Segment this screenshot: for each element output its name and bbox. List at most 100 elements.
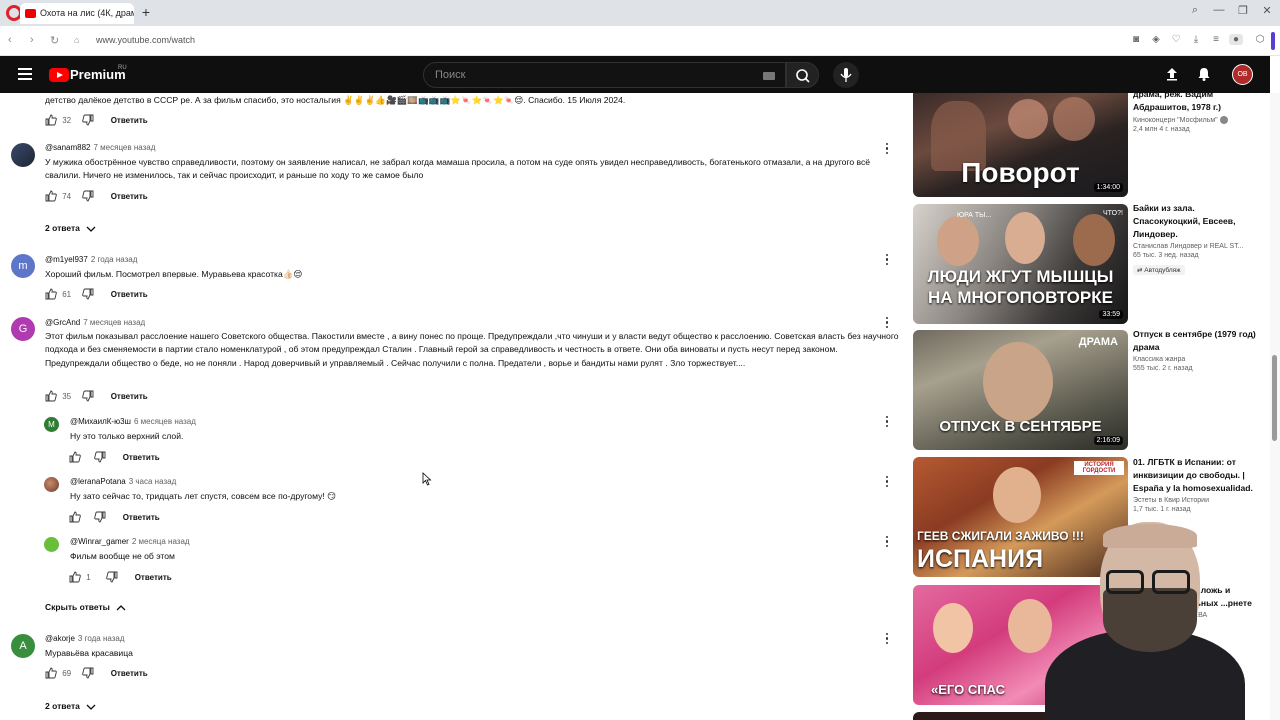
video-thumbnail[interactable]: Поворот 1:34:00 — [913, 93, 1128, 197]
commenter-avatar[interactable]: G — [11, 317, 35, 341]
author-handle[interactable]: @GrcAnd — [45, 318, 80, 327]
video-meta[interactable]: Отпуск в сентябре (1979 год) драма Класс… — [1133, 328, 1258, 372]
author-handle[interactable]: @leranaPotana — [70, 477, 126, 486]
video-thumbnail[interactable]: ЮРА ТЫ... ЧТО?! ЛЮДИ ЖГУТ МЫШЦЫ НА МНОГО… — [913, 204, 1128, 324]
page-scrollbar[interactable] — [1270, 93, 1280, 720]
forward-icon[interactable]: › — [30, 34, 34, 46]
dislike-icon[interactable] — [82, 667, 94, 679]
author-handle[interactable]: @sanam882 — [45, 143, 90, 152]
dislike-icon[interactable] — [94, 451, 106, 463]
dislike-icon[interactable] — [106, 571, 118, 583]
search-button[interactable] — [786, 62, 819, 88]
channel-name[interactable]: Эстеты в Квир Истории — [1133, 497, 1258, 504]
comment-time[interactable]: 2 года назад — [91, 255, 138, 264]
dislike-icon[interactable] — [82, 114, 94, 126]
reply-menu-icon[interactable] — [885, 536, 889, 548]
author-handle[interactable]: @akorje — [45, 634, 75, 643]
dislike-icon[interactable] — [94, 511, 106, 523]
commenter-avatar[interactable]: m — [11, 254, 35, 278]
replier-avatar[interactable] — [44, 477, 59, 492]
reply-button[interactable]: Ответить — [111, 290, 148, 299]
reply-time[interactable]: 3 часа назад — [129, 477, 177, 486]
reply-menu-icon[interactable] — [885, 476, 889, 488]
video-title[interactable]: Отпуск в сентябре (1979 год) драма — [1133, 328, 1258, 354]
reply-menu-icon[interactable] — [885, 416, 889, 428]
like-icon[interactable] — [69, 451, 81, 463]
reply-button[interactable]: Ответить — [111, 116, 148, 125]
url-field[interactable]: www.youtube.com/watch — [96, 35, 195, 45]
close-window-icon[interactable]: ✕ — [1257, 4, 1277, 17]
security-icon[interactable]: ⌂ — [74, 35, 79, 45]
reply-time[interactable]: 6 месяцев назад — [134, 417, 196, 426]
reply-author[interactable]: @leranaPotana 3 часа назад — [70, 477, 176, 486]
new-tab-button[interactable]: + — [138, 4, 154, 20]
reply-button[interactable]: Ответить — [135, 573, 172, 582]
commenter-avatar[interactable] — [11, 143, 35, 167]
comment-time[interactable]: 3 года назад — [78, 634, 125, 643]
reply-time[interactable]: 2 месяца назад — [132, 537, 190, 546]
reply-button[interactable]: Ответить — [111, 192, 148, 201]
page-scrollbar-thumb[interactable] — [1272, 355, 1277, 441]
author-handle[interactable]: @m1yel937 — [45, 255, 88, 264]
account-avatar[interactable]: ОВ — [1232, 64, 1253, 85]
comment-author[interactable]: @akorje 3 года назад — [45, 634, 125, 643]
comment-author[interactable]: @sanam882 7 месяцев назад — [45, 143, 155, 152]
keyboard-icon[interactable] — [763, 72, 775, 80]
search-input[interactable] — [435, 69, 735, 81]
profile-icon[interactable]: ● — [1229, 34, 1243, 45]
replier-avatar[interactable]: M — [44, 417, 59, 432]
search-tabs-icon[interactable]: ⌕ — [1185, 4, 1205, 17]
reload-icon[interactable]: ↻ — [50, 34, 59, 47]
extensions-icon[interactable]: ⬡ — [1253, 34, 1267, 45]
hamburger-menu-icon[interactable] — [18, 68, 32, 80]
voice-search-button[interactable] — [833, 62, 859, 88]
comment-menu-icon[interactable] — [885, 633, 889, 645]
like-icon[interactable] — [45, 114, 57, 126]
video-thumbnail[interactable]: ДРАМА ОТПУСК В СЕНТЯБРЕ 2:16:09 — [913, 330, 1128, 450]
author-handle[interactable]: @Winrar_gamer — [70, 537, 129, 546]
like-icon[interactable] — [45, 390, 57, 402]
comment-time[interactable]: 7 месяцев назад — [83, 318, 145, 327]
heart-icon[interactable]: ♡ — [1169, 34, 1183, 45]
upload-icon[interactable] — [1164, 66, 1180, 82]
comment-author[interactable]: @m1yel937 2 года назад — [45, 255, 137, 264]
channel-name[interactable]: Киноконцерн "Мосфильм" — [1133, 116, 1258, 124]
reply-button[interactable]: Ответить — [111, 669, 148, 678]
notifications-bell-icon[interactable] — [1196, 66, 1212, 82]
comment-author[interactable]: @GrcAnd 7 месяцев назад — [45, 318, 145, 327]
video-title[interactable]: 01. ЛГБТК в Испании: от инквизиции до св… — [1133, 456, 1258, 495]
comment-time[interactable]: 7 месяцев назад — [93, 143, 155, 152]
menu-list-icon[interactable]: ≡ — [1209, 34, 1223, 45]
like-icon[interactable] — [69, 571, 81, 583]
channel-name[interactable]: Классика жанра — [1133, 356, 1258, 363]
video-meta[interactable]: 01. ЛГБТК в Испании: от инквизиции до св… — [1133, 456, 1258, 513]
dislike-icon[interactable] — [82, 190, 94, 202]
commenter-avatar[interactable]: A — [11, 634, 35, 658]
show-replies-toggle[interactable]: 2 ответа — [45, 701, 96, 711]
author-handle[interactable]: @МихаилК-ю3ш — [70, 417, 131, 426]
hide-replies-toggle[interactable]: Скрыть ответы — [45, 602, 126, 612]
minimize-icon[interactable]: — — [1209, 4, 1229, 16]
camera-icon[interactable]: ◙ — [1129, 34, 1143, 45]
comment-menu-icon[interactable] — [885, 143, 889, 155]
shield-icon[interactable]: ◈ — [1149, 34, 1163, 45]
show-replies-toggle[interactable]: 2 ответа — [45, 223, 96, 233]
back-icon[interactable]: ‹ — [8, 34, 12, 46]
video-title[interactable]: драма, реж. Вадим Абдрашитов, 1978 г.) — [1133, 88, 1258, 114]
reply-author[interactable]: @МихаилК-ю3ш 6 месяцев назад — [70, 417, 196, 426]
restore-icon[interactable]: ❐ — [1233, 4, 1253, 17]
video-meta[interactable]: Байки из зала. Спасокукоцкий, Евсеев, Ли… — [1133, 202, 1258, 277]
comment-menu-icon[interactable] — [885, 317, 889, 329]
like-icon[interactable] — [69, 511, 81, 523]
dislike-icon[interactable] — [82, 390, 94, 402]
download-icon[interactable]: ⤓ — [1189, 34, 1203, 45]
like-icon[interactable] — [45, 288, 57, 300]
reply-button[interactable]: Ответить — [123, 513, 160, 522]
channel-name[interactable]: Станислав Линдовер и REAL ST... — [1133, 243, 1258, 250]
reply-author[interactable]: @Winrar_gamer 2 месяца назад — [70, 537, 190, 546]
dislike-icon[interactable] — [82, 288, 94, 300]
like-icon[interactable] — [45, 667, 57, 679]
reply-button[interactable]: Ответить — [123, 453, 160, 462]
youtube-logo-icon[interactable] — [49, 68, 69, 82]
like-icon[interactable] — [45, 190, 57, 202]
